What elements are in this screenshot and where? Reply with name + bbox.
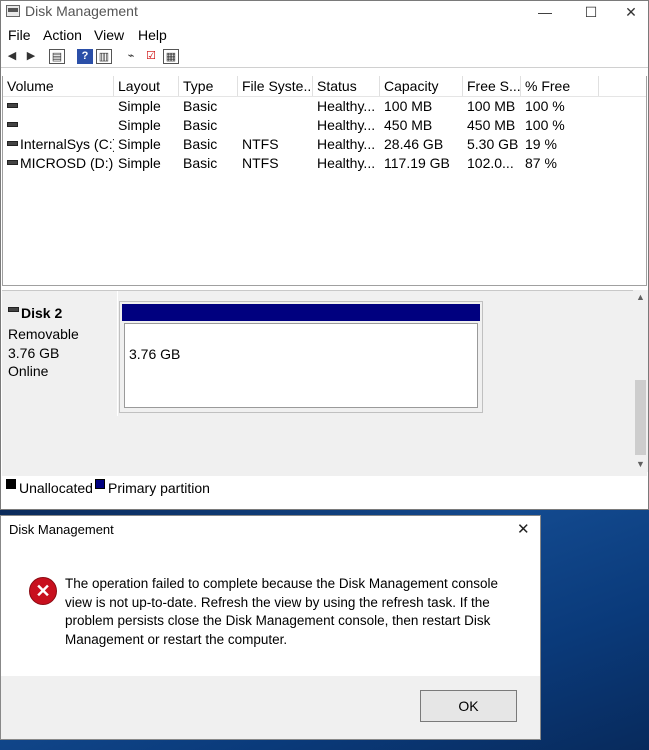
menu-bar: File Action View Help — [1, 23, 648, 47]
disk-map: Disk 2 Removable 3.76 GB Online 3.76 GB — [2, 290, 647, 476]
minimize-button[interactable]: — — [523, 1, 567, 23]
legend-primary-partition: Primary partition — [108, 480, 210, 496]
unallocated-swatch — [6, 479, 16, 489]
legend: Unallocated Primary partition — [2, 477, 647, 497]
pct-free-cell: 100 % — [525, 117, 565, 133]
close-button[interactable]: ✕ — [609, 1, 649, 23]
back-icon[interactable]: ◀ — [4, 49, 20, 64]
dialog-message: The operation failed to complete because… — [65, 576, 499, 647]
capacity-cell: 450 MB — [384, 117, 433, 133]
col-layout[interactable]: Layout — [114, 76, 179, 96]
layout-cell: Simple — [118, 155, 161, 171]
volume-list: Volume Layout Type File Syste... Status … — [2, 76, 647, 286]
legend-unallocated: Unallocated — [19, 480, 93, 496]
col-filesystem[interactable]: File Syste... — [238, 76, 313, 96]
partition-block[interactable]: 3.76 GB — [119, 301, 483, 413]
volume-cell — [3, 116, 114, 135]
volume-cell: MICROSD (D:) — [3, 154, 114, 173]
capacity-cell: 117.19 GB — [384, 155, 450, 171]
check-icon[interactable]: ☑ — [143, 49, 159, 64]
disk-state: Online — [8, 363, 49, 379]
disk-name: Disk 2 — [8, 305, 62, 321]
free-cell: 450 MB — [467, 117, 516, 133]
disk-label[interactable]: Disk 2 Removable 3.76 GB Online — [2, 291, 118, 416]
pct-free-cell: 100 % — [525, 98, 565, 114]
table-row[interactable]: InternalSys (C:) Simple Basic NTFS Healt… — [3, 135, 646, 154]
drive-icon — [7, 141, 18, 146]
free-cell: 5.30 GB — [467, 136, 519, 152]
col-percent-free[interactable]: % Free — [521, 76, 599, 96]
scroll-down-icon[interactable]: ▼ — [633, 459, 648, 469]
drive-icon — [7, 160, 18, 165]
table-row[interactable]: Simple Basic Healthy... 450 MB 450 MB 10… — [3, 116, 646, 135]
partition-size: 3.76 GB — [129, 346, 181, 362]
console-icon[interactable]: ▥ — [96, 49, 112, 64]
col-volume[interactable]: Volume — [3, 76, 114, 96]
table-row[interactable]: Simple Basic Healthy... 100 MB 100 MB 10… — [3, 97, 646, 116]
maximize-button[interactable]: ☐ — [569, 1, 613, 23]
type-cell: Basic — [183, 98, 218, 114]
volume-cell — [3, 97, 114, 116]
dialog-close-button[interactable]: ✕ — [517, 520, 530, 538]
capacity-cell: 28.46 GB — [384, 136, 444, 152]
disk-kind: Removable — [8, 326, 79, 342]
pct-free-cell: 19 % — [525, 136, 557, 152]
primary-partition-swatch — [95, 479, 105, 489]
help-icon[interactable]: ? — [77, 49, 93, 64]
disk-management-window: Disk Management — ☐ ✕ File Action View H… — [0, 0, 649, 510]
status-cell: Healthy... — [317, 98, 376, 114]
status-cell: Healthy... — [317, 136, 376, 152]
toolbar: ◀ ▶ ▤ ? ▥ ⌁ ☑ ▦ — [1, 47, 648, 68]
drive-icon — [8, 307, 19, 312]
menu-file[interactable]: File — [8, 27, 31, 43]
settings-icon[interactable]: ▦ — [163, 49, 179, 64]
fs-cell — [238, 97, 242, 116]
type-cell: Basic — [183, 117, 218, 133]
capacity-cell: 100 MB — [384, 98, 433, 114]
scroll-thumb[interactable] — [635, 380, 646, 455]
type-cell: Basic — [183, 155, 218, 171]
drive-icon — [7, 103, 18, 108]
dialog-footer: OK — [1, 676, 540, 739]
forward-icon[interactable]: ▶ — [23, 49, 39, 64]
properties-icon[interactable]: ▤ — [49, 49, 65, 64]
title-bar[interactable]: Disk Management — ☐ ✕ — [1, 1, 648, 23]
table-row[interactable]: MICROSD (D:) Simple Basic NTFS Healthy..… — [3, 154, 646, 173]
col-free-space[interactable]: Free S... — [463, 76, 521, 96]
status-cell: Healthy... — [317, 117, 376, 133]
col-status[interactable]: Status — [313, 76, 380, 96]
type-cell: Basic — [183, 136, 218, 152]
layout-cell: Simple — [118, 136, 161, 152]
error-icon: ✕ — [29, 577, 57, 605]
menu-help[interactable]: Help — [138, 27, 167, 43]
pct-free-cell: 87 % — [525, 155, 557, 171]
window-title: Disk Management — [25, 3, 138, 19]
free-cell: 102.0... — [467, 155, 514, 171]
primary-partition-bar — [122, 304, 480, 321]
vertical-scrollbar[interactable]: ▲ ▼ — [633, 290, 648, 472]
disk-size: 3.76 GB — [8, 345, 60, 361]
ok-button[interactable]: OK — [420, 690, 517, 722]
dialog-title: Disk Management — [9, 522, 114, 537]
list-header: Volume Layout Type File Syste... Status … — [3, 76, 646, 97]
scroll-up-icon[interactable]: ▲ — [633, 292, 648, 302]
partition-area[interactable]: 3.76 GB — [124, 323, 478, 408]
fs-cell — [238, 116, 242, 135]
fs-cell: NTFS — [242, 155, 279, 171]
menu-action[interactable]: Action — [43, 27, 82, 43]
error-dialog: Disk Management ✕ ✕ The operation failed… — [0, 515, 541, 740]
col-capacity[interactable]: Capacity — [380, 76, 463, 96]
layout-cell: Simple — [118, 98, 161, 114]
connect-icon[interactable]: ⌁ — [123, 49, 139, 64]
fs-cell: NTFS — [242, 136, 279, 152]
menu-view[interactable]: View — [94, 27, 124, 43]
drive-icon — [7, 122, 18, 127]
layout-cell: Simple — [118, 117, 161, 133]
col-type[interactable]: Type — [179, 76, 238, 96]
volume-cell: InternalSys (C:) — [3, 135, 114, 154]
status-cell: Healthy... — [317, 155, 376, 171]
disk-management-icon — [6, 5, 20, 17]
free-cell: 100 MB — [467, 98, 516, 114]
